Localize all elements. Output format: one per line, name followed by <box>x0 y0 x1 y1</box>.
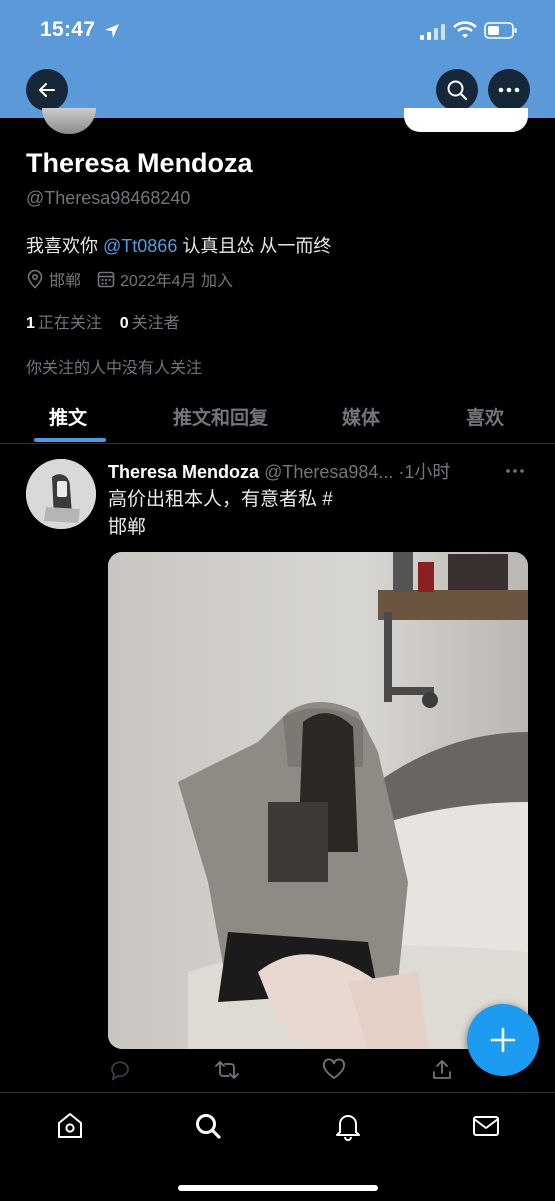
follow-stats: 1 正在关注 0 关注者 <box>26 309 180 333</box>
profile-name: Theresa Mendoza <box>26 148 253 178</box>
share-icon[interactable] <box>430 1058 454 1082</box>
followers-link[interactable]: 0 关注者 <box>120 315 180 332</box>
profile-location: 邯郸 <box>49 273 82 290</box>
profile-avatar[interactable] <box>42 108 96 134</box>
following-label: 正在关注 <box>37 315 102 332</box>
profile-tabs: 推文 推文和回复 媒体 喜欢 <box>0 388 555 444</box>
tab-tweets-and-replies[interactable]: 推文和回复 <box>173 403 268 430</box>
arrow-left-icon <box>39 83 55 97</box>
follow-button[interactable] <box>404 108 528 132</box>
bio-text-suffix: 认真且怂 从一而终 <box>177 236 332 256</box>
plus-icon <box>490 1027 516 1053</box>
mail-icon[interactable] <box>471 1111 501 1141</box>
status-time: 15:47 <box>40 18 96 41</box>
heart-icon[interactable] <box>322 1058 346 1082</box>
following-link[interactable]: 1 正在关注 <box>26 315 102 332</box>
tweet-header: Theresa Mendoza @Theresa984... ·1小时 <box>108 458 450 484</box>
back-button[interactable] <box>26 69 68 111</box>
more-options-button[interactable] <box>488 69 530 111</box>
home-icon[interactable] <box>56 1111 84 1141</box>
location-arrow-icon <box>105 24 119 38</box>
profile-handle: @Theresa98468240 <box>26 188 191 208</box>
following-count: 1 <box>26 315 35 332</box>
tweet-time: ·1小时 <box>398 462 451 482</box>
tweet-actions <box>108 1058 528 1086</box>
profile-meta: 邯郸 2022年4月 加入 <box>26 267 233 291</box>
tab-media[interactable]: 媒体 <box>342 403 380 430</box>
bio-text: 我喜欢你 <box>26 236 104 256</box>
tweet-author-avatar[interactable] <box>26 459 96 529</box>
bell-icon[interactable] <box>334 1111 362 1141</box>
home-indicator[interactable] <box>178 1185 378 1191</box>
active-tab-indicator <box>34 438 106 442</box>
more-horizontal-icon <box>498 87 520 93</box>
battery-icon <box>484 22 517 39</box>
tab-tweets[interactable]: 推文 <box>49 403 87 430</box>
tab-likes[interactable]: 喜欢 <box>466 403 504 430</box>
tweet-hashtag-link[interactable]: 邯郸 <box>108 514 528 542</box>
followers-label: 关注者 <box>131 315 180 332</box>
calendar-icon <box>97 271 115 288</box>
compose-tweet-button[interactable] <box>467 1004 539 1076</box>
wifi-icon <box>453 21 477 38</box>
more-horizontal-icon <box>506 469 524 473</box>
tweet-author-handle: @Theresa984... <box>264 462 394 482</box>
profile-bio: 我喜欢你 @Tt0866 认真且怂 从一而终 <box>26 232 331 258</box>
search-icon <box>447 80 468 101</box>
location-pin-icon <box>27 269 43 289</box>
tweet-more-button[interactable] <box>505 458 525 479</box>
tweet-text-line: 高价出租本人，有意者私 # <box>108 489 333 510</box>
retweet-icon[interactable] <box>214 1058 240 1082</box>
reply-icon[interactable] <box>108 1058 132 1082</box>
tweet-photo[interactable] <box>108 552 528 1049</box>
search-button[interactable] <box>436 69 478 111</box>
tweet-text: 高价出租本人，有意者私 # 邯郸 <box>108 486 528 542</box>
search-icon[interactable] <box>194 1111 222 1141</box>
status-bar: 15:47 <box>0 0 555 62</box>
tweet-author-name[interactable]: Theresa Mendoza <box>108 462 259 482</box>
cellular-signal-icon <box>420 24 445 40</box>
followers-you-know: 你关注的人中没有人关注 <box>26 360 203 377</box>
profile-joined-date: 2022年4月 加入 <box>120 273 233 290</box>
followers-count: 0 <box>119 315 129 332</box>
bio-mention-link[interactable]: @Tt0866 <box>103 236 177 256</box>
